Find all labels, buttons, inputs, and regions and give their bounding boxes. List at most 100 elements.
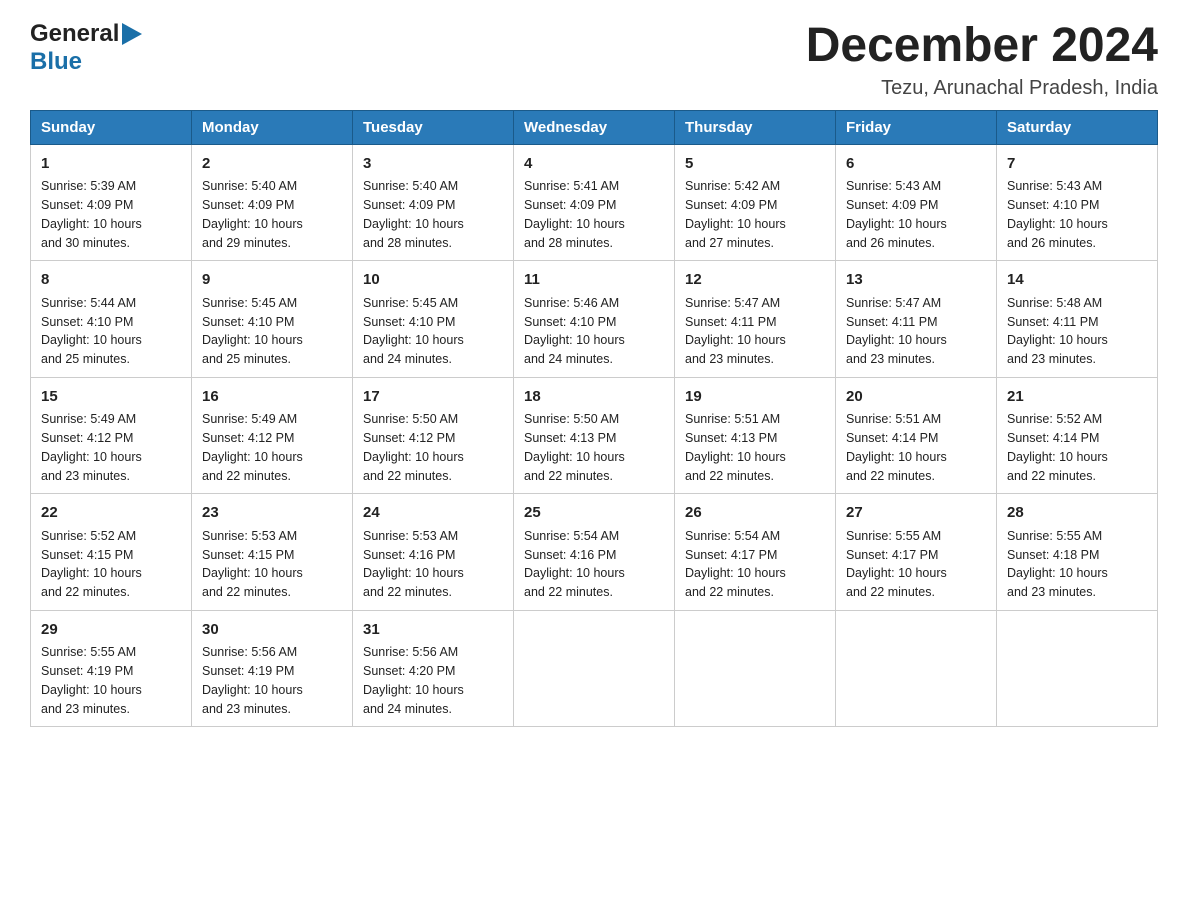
calendar-day-cell bbox=[836, 610, 997, 727]
calendar-day-cell: 22Sunrise: 5:52 AMSunset: 4:15 PMDayligh… bbox=[31, 494, 192, 611]
day-info: Sunrise: 5:47 AMSunset: 4:11 PMDaylight:… bbox=[685, 294, 825, 369]
calendar-day-cell bbox=[997, 610, 1158, 727]
calendar-day-cell: 4Sunrise: 5:41 AMSunset: 4:09 PMDaylight… bbox=[514, 144, 675, 261]
calendar-day-cell: 17Sunrise: 5:50 AMSunset: 4:12 PMDayligh… bbox=[353, 377, 514, 494]
day-info: Sunrise: 5:56 AMSunset: 4:20 PMDaylight:… bbox=[363, 643, 503, 718]
day-info: Sunrise: 5:40 AMSunset: 4:09 PMDaylight:… bbox=[363, 177, 503, 252]
calendar-day-cell: 5Sunrise: 5:42 AMSunset: 4:09 PMDaylight… bbox=[675, 144, 836, 261]
location-subtitle: Tezu, Arunachal Pradesh, India bbox=[806, 77, 1158, 100]
day-info: Sunrise: 5:43 AMSunset: 4:09 PMDaylight:… bbox=[846, 177, 986, 252]
calendar-day-cell: 14Sunrise: 5:48 AMSunset: 4:11 PMDayligh… bbox=[997, 261, 1158, 378]
calendar-day-cell: 27Sunrise: 5:55 AMSunset: 4:17 PMDayligh… bbox=[836, 494, 997, 611]
day-number: 16 bbox=[202, 386, 342, 409]
calendar-day-cell: 28Sunrise: 5:55 AMSunset: 4:18 PMDayligh… bbox=[997, 494, 1158, 611]
calendar-day-cell: 12Sunrise: 5:47 AMSunset: 4:11 PMDayligh… bbox=[675, 261, 836, 378]
calendar-day-cell: 11Sunrise: 5:46 AMSunset: 4:10 PMDayligh… bbox=[514, 261, 675, 378]
day-info: Sunrise: 5:52 AMSunset: 4:14 PMDaylight:… bbox=[1007, 410, 1147, 485]
day-number: 17 bbox=[363, 386, 503, 409]
weekday-header-row: SundayMondayTuesdayWednesdayThursdayFrid… bbox=[31, 110, 1158, 144]
calendar-day-cell: 24Sunrise: 5:53 AMSunset: 4:16 PMDayligh… bbox=[353, 494, 514, 611]
title-section: December 2024 Tezu, Arunachal Pradesh, I… bbox=[806, 20, 1158, 100]
day-number: 14 bbox=[1007, 269, 1147, 292]
day-info: Sunrise: 5:40 AMSunset: 4:09 PMDaylight:… bbox=[202, 177, 342, 252]
calendar-day-cell: 18Sunrise: 5:50 AMSunset: 4:13 PMDayligh… bbox=[514, 377, 675, 494]
calendar-day-cell: 30Sunrise: 5:56 AMSunset: 4:19 PMDayligh… bbox=[192, 610, 353, 727]
calendar-day-cell: 13Sunrise: 5:47 AMSunset: 4:11 PMDayligh… bbox=[836, 261, 997, 378]
logo-general-text: General bbox=[30, 20, 119, 48]
day-number: 11 bbox=[524, 269, 664, 292]
day-info: Sunrise: 5:46 AMSunset: 4:10 PMDaylight:… bbox=[524, 294, 664, 369]
day-number: 5 bbox=[685, 153, 825, 176]
weekday-header-cell: Friday bbox=[836, 110, 997, 144]
day-number: 9 bbox=[202, 269, 342, 292]
logo-blue-text: Blue bbox=[30, 48, 82, 75]
day-number: 19 bbox=[685, 386, 825, 409]
day-number: 10 bbox=[363, 269, 503, 292]
page-header: General Blue December 2024 Tezu, Arunach… bbox=[30, 20, 1158, 100]
calendar-day-cell: 16Sunrise: 5:49 AMSunset: 4:12 PMDayligh… bbox=[192, 377, 353, 494]
day-info: Sunrise: 5:55 AMSunset: 4:17 PMDaylight:… bbox=[846, 527, 986, 602]
day-info: Sunrise: 5:51 AMSunset: 4:14 PMDaylight:… bbox=[846, 410, 986, 485]
day-info: Sunrise: 5:54 AMSunset: 4:16 PMDaylight:… bbox=[524, 527, 664, 602]
day-number: 21 bbox=[1007, 386, 1147, 409]
day-number: 23 bbox=[202, 502, 342, 525]
day-info: Sunrise: 5:48 AMSunset: 4:11 PMDaylight:… bbox=[1007, 294, 1147, 369]
calendar-day-cell: 29Sunrise: 5:55 AMSunset: 4:19 PMDayligh… bbox=[31, 610, 192, 727]
day-number: 3 bbox=[363, 153, 503, 176]
day-number: 22 bbox=[41, 502, 181, 525]
day-info: Sunrise: 5:55 AMSunset: 4:19 PMDaylight:… bbox=[41, 643, 181, 718]
weekday-header-cell: Sunday bbox=[31, 110, 192, 144]
day-number: 25 bbox=[524, 502, 664, 525]
calendar-day-cell: 20Sunrise: 5:51 AMSunset: 4:14 PMDayligh… bbox=[836, 377, 997, 494]
calendar-day-cell: 10Sunrise: 5:45 AMSunset: 4:10 PMDayligh… bbox=[353, 261, 514, 378]
month-year-title: December 2024 bbox=[806, 20, 1158, 73]
calendar-week-row: 29Sunrise: 5:55 AMSunset: 4:19 PMDayligh… bbox=[31, 610, 1158, 727]
day-number: 31 bbox=[363, 619, 503, 642]
calendar-day-cell: 8Sunrise: 5:44 AMSunset: 4:10 PMDaylight… bbox=[31, 261, 192, 378]
day-number: 26 bbox=[685, 502, 825, 525]
logo-icon bbox=[122, 23, 142, 45]
day-number: 6 bbox=[846, 153, 986, 176]
day-number: 13 bbox=[846, 269, 986, 292]
day-number: 20 bbox=[846, 386, 986, 409]
day-number: 29 bbox=[41, 619, 181, 642]
calendar-day-cell: 25Sunrise: 5:54 AMSunset: 4:16 PMDayligh… bbox=[514, 494, 675, 611]
day-info: Sunrise: 5:54 AMSunset: 4:17 PMDaylight:… bbox=[685, 527, 825, 602]
calendar-day-cell: 7Sunrise: 5:43 AMSunset: 4:10 PMDaylight… bbox=[997, 144, 1158, 261]
day-info: Sunrise: 5:43 AMSunset: 4:10 PMDaylight:… bbox=[1007, 177, 1147, 252]
calendar-day-cell: 21Sunrise: 5:52 AMSunset: 4:14 PMDayligh… bbox=[997, 377, 1158, 494]
weekday-header-cell: Saturday bbox=[997, 110, 1158, 144]
calendar-day-cell: 26Sunrise: 5:54 AMSunset: 4:17 PMDayligh… bbox=[675, 494, 836, 611]
day-number: 18 bbox=[524, 386, 664, 409]
day-number: 28 bbox=[1007, 502, 1147, 525]
day-info: Sunrise: 5:55 AMSunset: 4:18 PMDaylight:… bbox=[1007, 527, 1147, 602]
calendar-day-cell: 19Sunrise: 5:51 AMSunset: 4:13 PMDayligh… bbox=[675, 377, 836, 494]
day-info: Sunrise: 5:50 AMSunset: 4:12 PMDaylight:… bbox=[363, 410, 503, 485]
calendar-day-cell: 31Sunrise: 5:56 AMSunset: 4:20 PMDayligh… bbox=[353, 610, 514, 727]
day-info: Sunrise: 5:45 AMSunset: 4:10 PMDaylight:… bbox=[363, 294, 503, 369]
calendar-week-row: 1Sunrise: 5:39 AMSunset: 4:09 PMDaylight… bbox=[31, 144, 1158, 261]
day-number: 27 bbox=[846, 502, 986, 525]
calendar-day-cell: 2Sunrise: 5:40 AMSunset: 4:09 PMDaylight… bbox=[192, 144, 353, 261]
weekday-header-cell: Thursday bbox=[675, 110, 836, 144]
day-info: Sunrise: 5:45 AMSunset: 4:10 PMDaylight:… bbox=[202, 294, 342, 369]
calendar-body: 1Sunrise: 5:39 AMSunset: 4:09 PMDaylight… bbox=[31, 144, 1158, 727]
calendar-table: SundayMondayTuesdayWednesdayThursdayFrid… bbox=[30, 110, 1158, 728]
day-number: 12 bbox=[685, 269, 825, 292]
day-info: Sunrise: 5:51 AMSunset: 4:13 PMDaylight:… bbox=[685, 410, 825, 485]
day-number: 8 bbox=[41, 269, 181, 292]
day-number: 7 bbox=[1007, 153, 1147, 176]
day-info: Sunrise: 5:47 AMSunset: 4:11 PMDaylight:… bbox=[846, 294, 986, 369]
calendar-week-row: 15Sunrise: 5:49 AMSunset: 4:12 PMDayligh… bbox=[31, 377, 1158, 494]
day-info: Sunrise: 5:42 AMSunset: 4:09 PMDaylight:… bbox=[685, 177, 825, 252]
day-info: Sunrise: 5:52 AMSunset: 4:15 PMDaylight:… bbox=[41, 527, 181, 602]
day-info: Sunrise: 5:50 AMSunset: 4:13 PMDaylight:… bbox=[524, 410, 664, 485]
calendar-day-cell bbox=[514, 610, 675, 727]
day-info: Sunrise: 5:49 AMSunset: 4:12 PMDaylight:… bbox=[41, 410, 181, 485]
calendar-day-cell bbox=[675, 610, 836, 727]
day-number: 15 bbox=[41, 386, 181, 409]
calendar-day-cell: 9Sunrise: 5:45 AMSunset: 4:10 PMDaylight… bbox=[192, 261, 353, 378]
day-info: Sunrise: 5:41 AMSunset: 4:09 PMDaylight:… bbox=[524, 177, 664, 252]
weekday-header-cell: Tuesday bbox=[353, 110, 514, 144]
day-info: Sunrise: 5:56 AMSunset: 4:19 PMDaylight:… bbox=[202, 643, 342, 718]
